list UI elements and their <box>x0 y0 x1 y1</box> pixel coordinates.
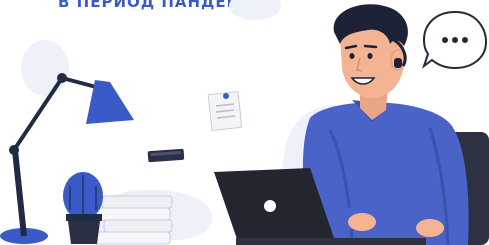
ellipsis-icon <box>442 37 468 43</box>
cactus-plant <box>63 172 103 244</box>
illustration <box>0 0 489 245</box>
floating-note-icon <box>207 90 243 132</box>
stapler-icon <box>147 148 185 163</box>
speech-bubble <box>422 10 488 70</box>
book-stack <box>93 195 173 245</box>
